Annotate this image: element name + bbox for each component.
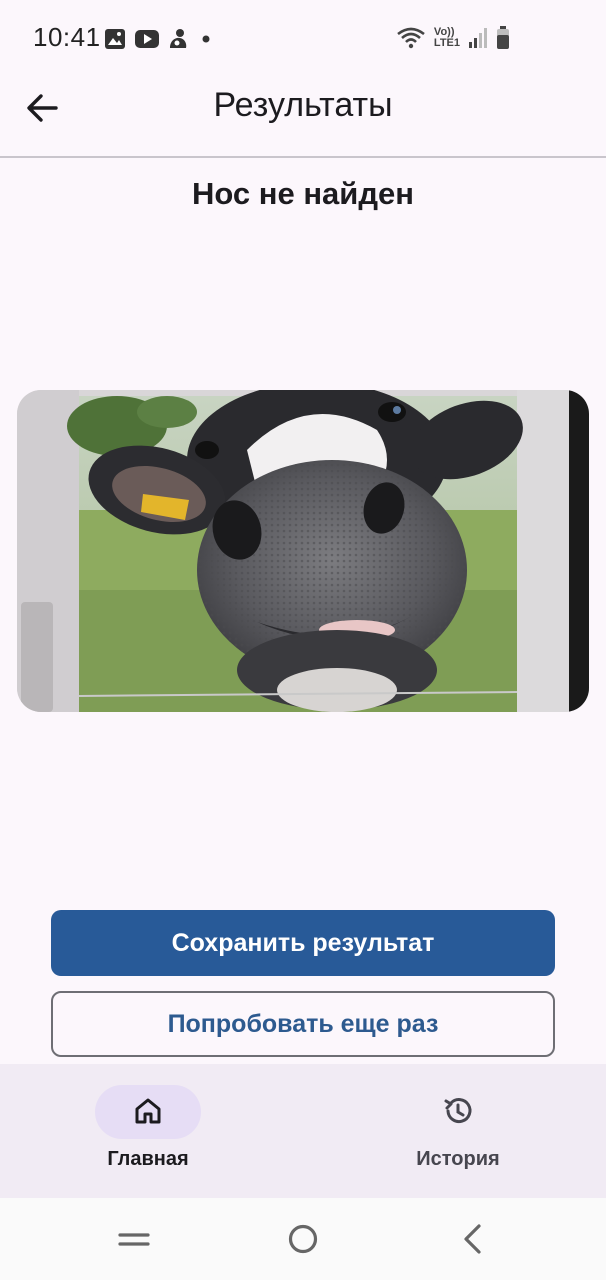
home-icon	[135, 1098, 161, 1124]
photo-illustration	[17, 390, 589, 712]
dot-icon	[202, 35, 210, 43]
image-icon	[105, 29, 125, 49]
volte-icon: Vo)) LTE1	[434, 27, 460, 49]
results-screen: 10:41 Vo)) LTE1 Результаты Нос не найден…	[0, 0, 606, 1280]
page-title: Результаты	[213, 86, 393, 124]
status-icons-left	[104, 28, 215, 50]
bottom-navigation: Главная История	[0, 1064, 606, 1198]
notification-app-icon	[170, 29, 187, 48]
back-chevron-icon[interactable]	[453, 1222, 493, 1256]
history-icon	[444, 1098, 472, 1124]
nav-label-home: Главная	[107, 1148, 189, 1170]
app-bar: Результаты	[0, 80, 606, 158]
nav-item-history[interactable]: История	[358, 1064, 558, 1198]
wifi-icon	[397, 27, 425, 49]
youtube-icon	[135, 30, 159, 48]
cow-muzzle-photo	[17, 390, 589, 712]
save-result-button[interactable]: Сохранить результат	[51, 910, 555, 976]
status-time: 10:41	[33, 22, 101, 52]
nav-item-home[interactable]: Главная	[48, 1064, 248, 1198]
nav-label-history: История	[416, 1148, 500, 1170]
system-navigation-bar	[0, 1198, 606, 1280]
battery-icon	[497, 26, 509, 49]
retry-button[interactable]: Попробовать еще раз	[51, 991, 555, 1057]
recents-icon[interactable]	[114, 1222, 154, 1256]
status-bar: 10:41 Vo)) LTE1	[0, 0, 606, 80]
volte-label-bottom: LTE1	[433, 37, 460, 49]
home-circle-icon[interactable]	[283, 1222, 323, 1256]
status-icons-right: Vo)) LTE1	[396, 26, 510, 50]
signal-icon	[469, 28, 487, 48]
result-heading: Нос не найден	[191, 176, 414, 211]
